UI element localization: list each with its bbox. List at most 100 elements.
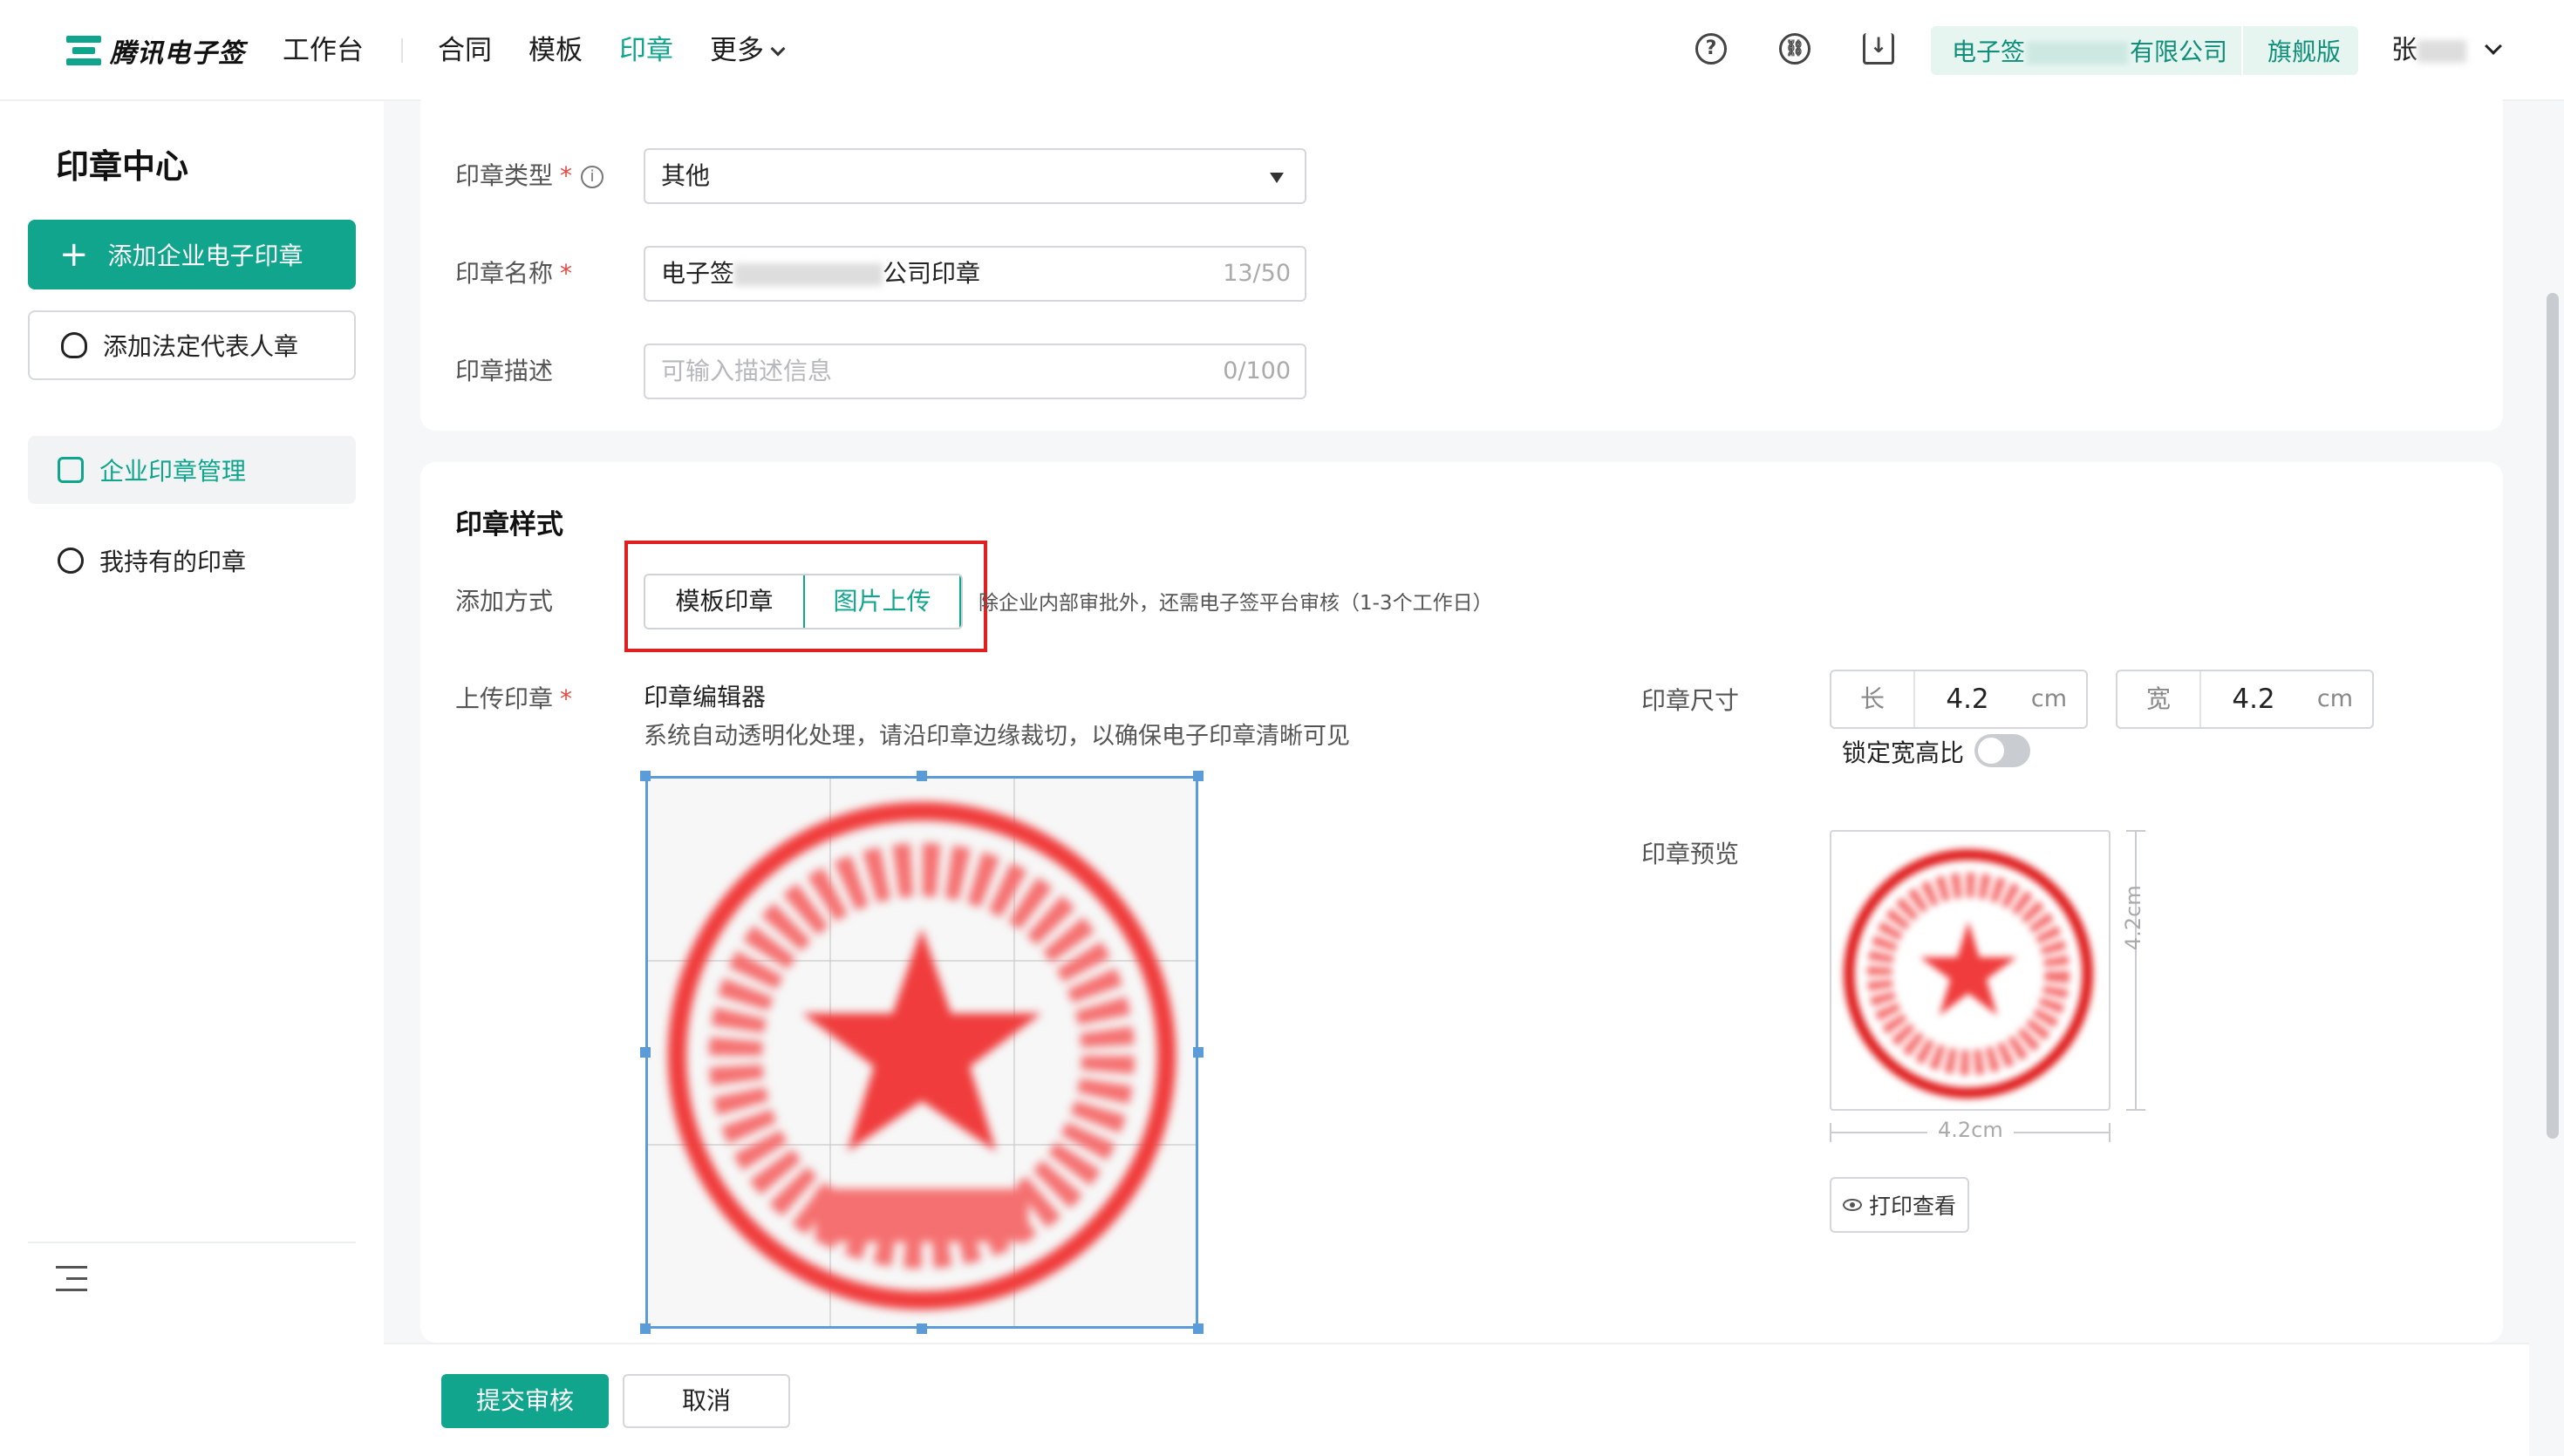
company-name-prefix: 电子签	[1952, 37, 2026, 66]
link-icon[interactable]: ⛓	[1779, 33, 1810, 65]
add-method-label: 添加方式	[455, 587, 554, 616]
chevron-down-icon	[770, 41, 786, 57]
redacted-text	[2027, 42, 2129, 65]
seal-size-label: 印章尺寸	[1641, 686, 1740, 715]
char-counter: 13/50	[1223, 260, 1291, 287]
user-name: 张	[2391, 35, 2417, 65]
seal-length-input[interactable]: 长 4.2 cm	[1830, 670, 2088, 729]
vertical-dimension-line	[2126, 830, 2145, 1111]
download-icon[interactable]: ↓	[1863, 33, 1894, 65]
length-key: 长	[1831, 671, 1915, 727]
seal-type-value: 其他	[661, 161, 711, 190]
length-unit: cm	[2030, 685, 2067, 712]
crop-handle[interactable]	[640, 1323, 651, 1334]
sidebar-item-enterprise-seals[interactable]: 企业印章管理	[28, 436, 356, 504]
width-value: 4.2	[2232, 684, 2275, 715]
seal-desc-input[interactable]: 可输入描述信息 0/100	[644, 344, 1306, 399]
lock-ratio-toggle[interactable]	[1974, 734, 2030, 767]
editor-description: 系统自动透明化处理，请沿印章边缘裁切，以确保电子印章清晰可见	[644, 723, 1350, 750]
crop-handle[interactable]	[640, 1047, 651, 1058]
seal-desc-label: 印章描述	[455, 357, 554, 385]
logo-text: 腾讯电子签	[110, 38, 245, 69]
add-legal-rep-seal-label: 添加法定代表人章	[103, 332, 299, 361]
upload-seal-label-text: 上传印章	[455, 684, 554, 713]
stamp-icon	[58, 457, 84, 483]
seal-name-label-text: 印章名称	[455, 259, 554, 288]
seal-width-input[interactable]: 宽 4.2 cm	[2116, 670, 2374, 729]
scrollbar-thumb[interactable]	[2547, 293, 2559, 1139]
sidebar-divider	[28, 1242, 356, 1243]
sidebar-title: 印章中心	[56, 147, 189, 186]
nav-template[interactable]: 模板	[528, 31, 583, 70]
seal-name-label: 印章名称 *	[455, 256, 572, 291]
upload-seal-label: 上传印章 *	[455, 682, 572, 717]
sidebar-item-my-seals[interactable]: 我持有的印章	[28, 527, 356, 595]
nav-more[interactable]: 更多	[710, 31, 786, 70]
crop-frame[interactable]	[645, 776, 1198, 1329]
nav-more-label: 更多	[710, 35, 764, 66]
seal-name-suffix: 公司印章	[883, 259, 981, 288]
required-mark: *	[560, 161, 573, 190]
person-icon	[61, 332, 87, 358]
star-badge-icon	[58, 548, 84, 574]
lock-ratio-label: 锁定宽高比	[1842, 738, 1965, 767]
seal-type-label-text: 印章类型	[455, 161, 554, 190]
company-switcher[interactable]: 电子签 有限公司 旗舰版	[1931, 26, 2358, 75]
length-value: 4.2	[1946, 684, 1989, 715]
nav-workbench[interactable]: 工作台	[283, 31, 364, 70]
crop-handle[interactable]	[640, 771, 651, 781]
edition-badge: 旗舰版	[2267, 37, 2342, 66]
width-unit: cm	[2316, 685, 2353, 712]
section-title: 印章样式	[455, 509, 563, 541]
user-menu[interactable]: 张	[2391, 30, 2466, 71]
sidebar-item-label: 企业印章管理	[99, 457, 247, 486]
seal-name-input[interactable]: 电子签 公司印章 13/50	[644, 246, 1306, 302]
seal-type-select[interactable]: 其他	[644, 148, 1306, 204]
required-mark: *	[560, 259, 573, 288]
redacted-text	[734, 263, 883, 286]
sidebar: 印章中心 + 添加企业电子印章 添加法定代表人章 企业印章管理 我持有的印章	[0, 101, 384, 1456]
review-hint: 除企业内部审批外，还需电子签平台审核（1-3个工作日）	[979, 592, 1493, 615]
cancel-button[interactable]: 取消	[623, 1374, 790, 1428]
caret-down-icon	[1270, 173, 1284, 183]
sidebar-item-label: 我持有的印章	[99, 548, 247, 576]
crop-handle[interactable]	[1193, 1323, 1204, 1334]
collapse-sidebar-icon[interactable]	[56, 1266, 87, 1292]
help-icon[interactable]: ?	[1695, 33, 1727, 65]
seal-desc-placeholder: 可输入描述信息	[661, 357, 833, 385]
horizontal-dimension-text: 4.2cm	[1927, 1118, 2014, 1142]
add-enterprise-seal-label: 添加企业电子印章	[107, 242, 303, 270]
app-logo[interactable]: 腾讯电子签	[66, 30, 245, 71]
logo-icon	[66, 36, 101, 65]
seal-type-label: 印章类型 * i	[455, 159, 604, 194]
top-navigation-bar: 腾讯电子签 工作台 合同 模板 印章 更多 ? ⛓ ↓ 电子签 有限公司 旗舰版 …	[0, 0, 2564, 101]
add-legal-rep-seal-button[interactable]: 添加法定代表人章	[28, 310, 356, 380]
add-enterprise-seal-button[interactable]: + 添加企业电子印章	[28, 220, 356, 289]
nav-separator	[401, 38, 403, 63]
nav-seal[interactable]: 印章	[619, 31, 673, 70]
plus-icon: +	[59, 235, 89, 275]
info-icon[interactable]: i	[581, 166, 604, 188]
crop-handle[interactable]	[917, 1323, 927, 1334]
user-chevron-down-icon[interactable]	[2485, 37, 2502, 55]
eye-icon	[1842, 1199, 1862, 1211]
editor-title: 印章编辑器	[644, 683, 767, 711]
company-name: 电子签 有限公司	[1931, 33, 2241, 68]
nav-contract[interactable]: 合同	[438, 31, 492, 70]
redacted-text	[2417, 39, 2466, 63]
seal-name-prefix: 电子签	[661, 259, 735, 288]
crop-handle[interactable]	[1193, 771, 1204, 781]
required-mark: *	[560, 684, 573, 713]
seal-preview-label: 印章预览	[1641, 840, 1740, 868]
print-view-label: 打印查看	[1868, 1194, 1956, 1219]
char-counter: 0/100	[1223, 357, 1291, 384]
width-key: 宽	[2117, 671, 2201, 727]
crop-handle[interactable]	[917, 771, 927, 781]
submit-review-button[interactable]: 提交审核	[441, 1374, 609, 1428]
crop-handle[interactable]	[1193, 1047, 1204, 1058]
highlight-box	[624, 541, 987, 652]
print-view-button[interactable]: 打印查看	[1830, 1177, 1969, 1233]
company-name-suffix: 有限公司	[2130, 37, 2228, 66]
vertical-dimension-text: 4.2cm	[2121, 885, 2145, 950]
seal-preview-image	[1843, 848, 2094, 1099]
